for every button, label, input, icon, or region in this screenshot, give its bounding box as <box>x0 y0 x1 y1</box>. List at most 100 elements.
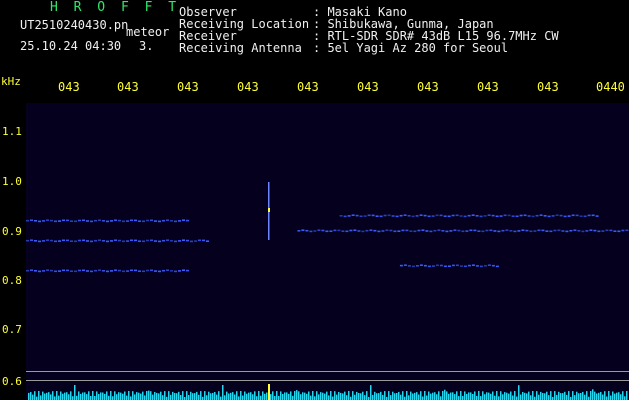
signal-trace-segment <box>58 270 61 272</box>
noise-bar <box>482 391 484 400</box>
signal-trace-segment <box>30 269 33 271</box>
noise-bar <box>162 395 164 400</box>
signal-trace-segment <box>403 214 407 216</box>
signal-trace-segment <box>377 230 381 233</box>
signal-trace-segment <box>513 230 517 233</box>
signal-trace-segment <box>531 215 535 218</box>
noise-bar <box>550 391 552 400</box>
noise-bar <box>78 391 80 400</box>
signal-trace-segment <box>126 270 129 272</box>
signal-trace-segment <box>174 220 177 223</box>
signal-trace-segment <box>523 214 527 217</box>
noise-bar <box>194 393 196 400</box>
noise-bar <box>306 393 308 400</box>
signal-trace-segment <box>417 229 421 232</box>
signal-trace-segment <box>453 229 457 231</box>
noise-bar <box>618 392 620 400</box>
signal-trace-segment <box>170 220 173 222</box>
noise-bar <box>152 394 154 400</box>
noise-bar <box>170 394 172 400</box>
noise-bar <box>362 391 364 400</box>
signal-trace-segment <box>114 219 117 221</box>
noise-bar <box>514 391 516 400</box>
noise-bar <box>528 391 530 400</box>
signal-trace-segment <box>587 214 591 217</box>
signal-trace-segment <box>337 229 341 232</box>
signal-trace-segment <box>38 240 41 243</box>
signal-trace-segment <box>419 214 423 216</box>
signal-trace-segment <box>34 270 37 272</box>
noise-bar <box>178 391 180 400</box>
signal-trace-segment <box>459 265 463 267</box>
signal-trace-segment <box>166 239 169 241</box>
noise-bar <box>232 392 234 400</box>
signal-trace-segment <box>305 229 309 232</box>
noise-bar <box>108 395 110 400</box>
signal-trace-segment <box>142 270 145 273</box>
signal-trace-segment <box>543 215 547 217</box>
noise-bar <box>56 391 58 400</box>
signal-trace-segment <box>621 229 625 232</box>
noise-bar <box>622 391 624 400</box>
noise-bar <box>340 392 342 400</box>
signal-trace-segment <box>383 214 387 217</box>
noise-bar <box>496 391 498 400</box>
noise-bar <box>372 394 374 400</box>
noise-bar <box>606 396 608 400</box>
signal-trace-segment <box>547 215 551 218</box>
noise-bar <box>90 396 92 400</box>
signal-trace-segment <box>134 219 137 222</box>
signal-trace-segment <box>369 229 373 231</box>
noise-bar <box>598 392 600 400</box>
signal-trace-segment <box>501 229 505 232</box>
signal-trace-segment <box>126 220 129 222</box>
y-tick: 1.1 <box>2 125 22 138</box>
signal-trace-segment <box>449 230 453 232</box>
noise-bar <box>146 391 148 400</box>
noise-bar <box>414 392 416 400</box>
signal-trace-segment <box>78 239 81 242</box>
signal-trace-segment <box>585 230 589 232</box>
signal-trace-segment <box>405 229 409 232</box>
signal-trace-segment <box>561 230 565 232</box>
signal-trace-segment <box>110 240 113 242</box>
noise-bar <box>604 391 606 400</box>
signal-trace-segment <box>146 219 149 222</box>
noise-bar <box>620 394 622 400</box>
noise-bar <box>100 392 102 400</box>
noise-bar <box>58 395 60 400</box>
signal-trace-segment <box>86 240 89 242</box>
noise-bar <box>92 391 94 400</box>
signal-trace-segment <box>74 240 77 243</box>
signal-trace-segment <box>539 214 543 216</box>
noise-bar <box>72 396 74 400</box>
signal-trace-segment <box>170 240 173 242</box>
noise-bar <box>484 394 486 400</box>
noise-bar <box>158 393 160 400</box>
signal-trace-segment <box>601 230 605 232</box>
signal-trace-segment <box>98 239 101 241</box>
signal-trace-segment <box>62 269 65 272</box>
signal-trace-segment <box>30 239 33 241</box>
noise-bar <box>62 393 64 400</box>
noise-bar <box>544 393 546 400</box>
noise-bar <box>156 392 158 400</box>
noise-bar <box>436 394 438 400</box>
signal-trace-segment <box>66 219 69 222</box>
signal-trace-segment <box>130 269 133 272</box>
signal-trace-segment <box>94 269 97 272</box>
signal-trace-segment <box>577 230 581 232</box>
noise-bar <box>420 391 422 400</box>
noise-bar <box>84 392 86 400</box>
signal-trace-segment <box>58 240 61 242</box>
noise-bar <box>376 393 378 400</box>
signal-trace-segment <box>423 264 427 267</box>
noise-bar <box>116 394 118 400</box>
signal-trace-segment <box>74 220 77 223</box>
hroft-spectrogram-window: { "header": { "station": "H R O F F T", … <box>0 0 629 400</box>
y-tick: 1.0 <box>2 175 22 188</box>
noise-bar <box>106 391 108 400</box>
noise-bar <box>448 393 450 400</box>
signal-trace-segment <box>413 230 417 233</box>
signal-trace-segment <box>150 219 153 222</box>
